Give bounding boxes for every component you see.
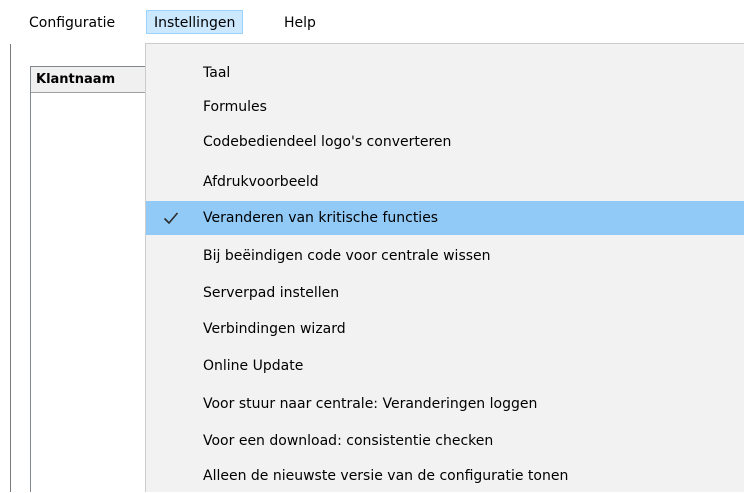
menu-item-veranderingen-loggen[interactable]: Voor stuur naar centrale: Veranderingen … (146, 387, 744, 421)
menu-item-code-wissen[interactable]: Bij beëindigen code voor centrale wissen (146, 239, 744, 273)
menu-item-online-update[interactable]: Online Update (146, 349, 744, 383)
window-left-border (10, 44, 11, 492)
menu-bar: Configuratie Instellingen Help (0, 0, 744, 44)
menu-item-afdrukvoorbeeld[interactable]: Afdrukvoorbeeld (146, 165, 744, 199)
menu-item-label: Veranderen van kritische functies (203, 210, 439, 226)
menu-item-logo-converteren[interactable]: Codebediendeel logo's converteren (146, 125, 744, 159)
menu-item-nieuwste-versie[interactable]: Alleen de nieuwste versie van de configu… (146, 459, 744, 493)
menu-item-kritische-functies[interactable]: Veranderen van kritische functies (146, 201, 744, 235)
menu-item-label: Online Update (203, 358, 304, 374)
check-icon (163, 212, 179, 225)
menu-help[interactable]: Help (276, 10, 324, 34)
menu-item-formules[interactable]: Formules (146, 90, 744, 124)
menu-configuratie[interactable]: Configuratie (22, 10, 122, 34)
menu-instellingen[interactable]: Instellingen (146, 10, 244, 34)
instellingen-dropdown: Taal Formules Codebediendeel logo's conv… (145, 43, 744, 492)
menu-item-label: Taal (203, 65, 231, 81)
menu-item-verbindingen-wizard[interactable]: Verbindingen wizard (146, 312, 744, 346)
column-header-klantnaam[interactable]: Klantnaam (31, 67, 161, 93)
menu-item-label: Codebediendeel logo's converteren (203, 134, 452, 150)
menu-item-label: Bij beëindigen code voor centrale wissen (203, 248, 491, 264)
menu-item-serverpad[interactable]: Serverpad instellen (146, 276, 744, 310)
menu-item-label: Afdrukvoorbeeld (203, 174, 319, 190)
menu-item-label: Alleen de nieuwste versie van de configu… (203, 468, 569, 484)
menu-item-label: Formules (203, 99, 267, 115)
menu-item-label: Voor stuur naar centrale: Veranderingen … (203, 396, 538, 412)
klant-list[interactable]: Klantnaam (30, 66, 161, 492)
menu-item-taal[interactable]: Taal (146, 56, 744, 90)
menu-item-label: Voor een download: consistentie checken (203, 433, 494, 449)
menu-item-label: Verbindingen wizard (203, 321, 346, 337)
menu-item-label: Serverpad instellen (203, 285, 340, 301)
menu-item-consistentie-checken[interactable]: Voor een download: consistentie checken (146, 424, 744, 458)
